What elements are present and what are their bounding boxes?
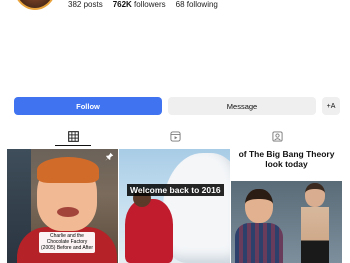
followers-number: 762K [112, 0, 132, 9]
profile-stats: 382 posts 762K followers 68 following [68, 0, 218, 10]
tagged-icon [271, 130, 283, 142]
profile-tabs [0, 127, 350, 146]
posts-grid: Charlie and the Chocolate Factory (2005)… [7, 149, 343, 263]
post-image-person [235, 189, 283, 263]
profile-actions: Follow Message +A [14, 97, 340, 115]
post-image-hair [37, 157, 99, 183]
post-tile[interactable]: Welcome back to 2016 [119, 149, 230, 263]
following-count[interactable]: 68 following [176, 0, 218, 10]
avatar[interactable] [13, 0, 57, 10]
posts-count[interactable]: 382 posts [68, 0, 103, 10]
message-button[interactable]: Message [168, 97, 316, 115]
post-caption: Charlie and the Chocolate Factory (2005)… [39, 232, 95, 253]
reels-icon [169, 130, 181, 142]
post-image-person [297, 183, 333, 263]
tab-reels[interactable] [117, 127, 233, 145]
post-tile[interactable]: Charlie and the Chocolate Factory (2005)… [7, 149, 118, 263]
followers-label: followers [131, 0, 166, 9]
followers-count[interactable]: 762K followers [113, 0, 166, 10]
follow-button[interactable]: Follow [14, 97, 162, 115]
profile-page: 382 posts 762K followers 68 following Fo… [0, 0, 350, 263]
post-image-person [125, 199, 173, 263]
post-tile[interactable]: of The Big Bang Theory look today [231, 149, 342, 263]
post-caption: of The Big Bang Theory look today [238, 149, 335, 169]
pin-icon [105, 152, 114, 161]
tab-tagged[interactable] [219, 127, 335, 145]
post-image [163, 153, 230, 263]
post-image-mouth [57, 207, 79, 217]
tab-posts[interactable] [15, 127, 131, 146]
post-caption: Welcome back to 2016 [127, 184, 224, 196]
grid-icon [67, 130, 79, 142]
suggest-button[interactable]: +A [322, 97, 340, 115]
